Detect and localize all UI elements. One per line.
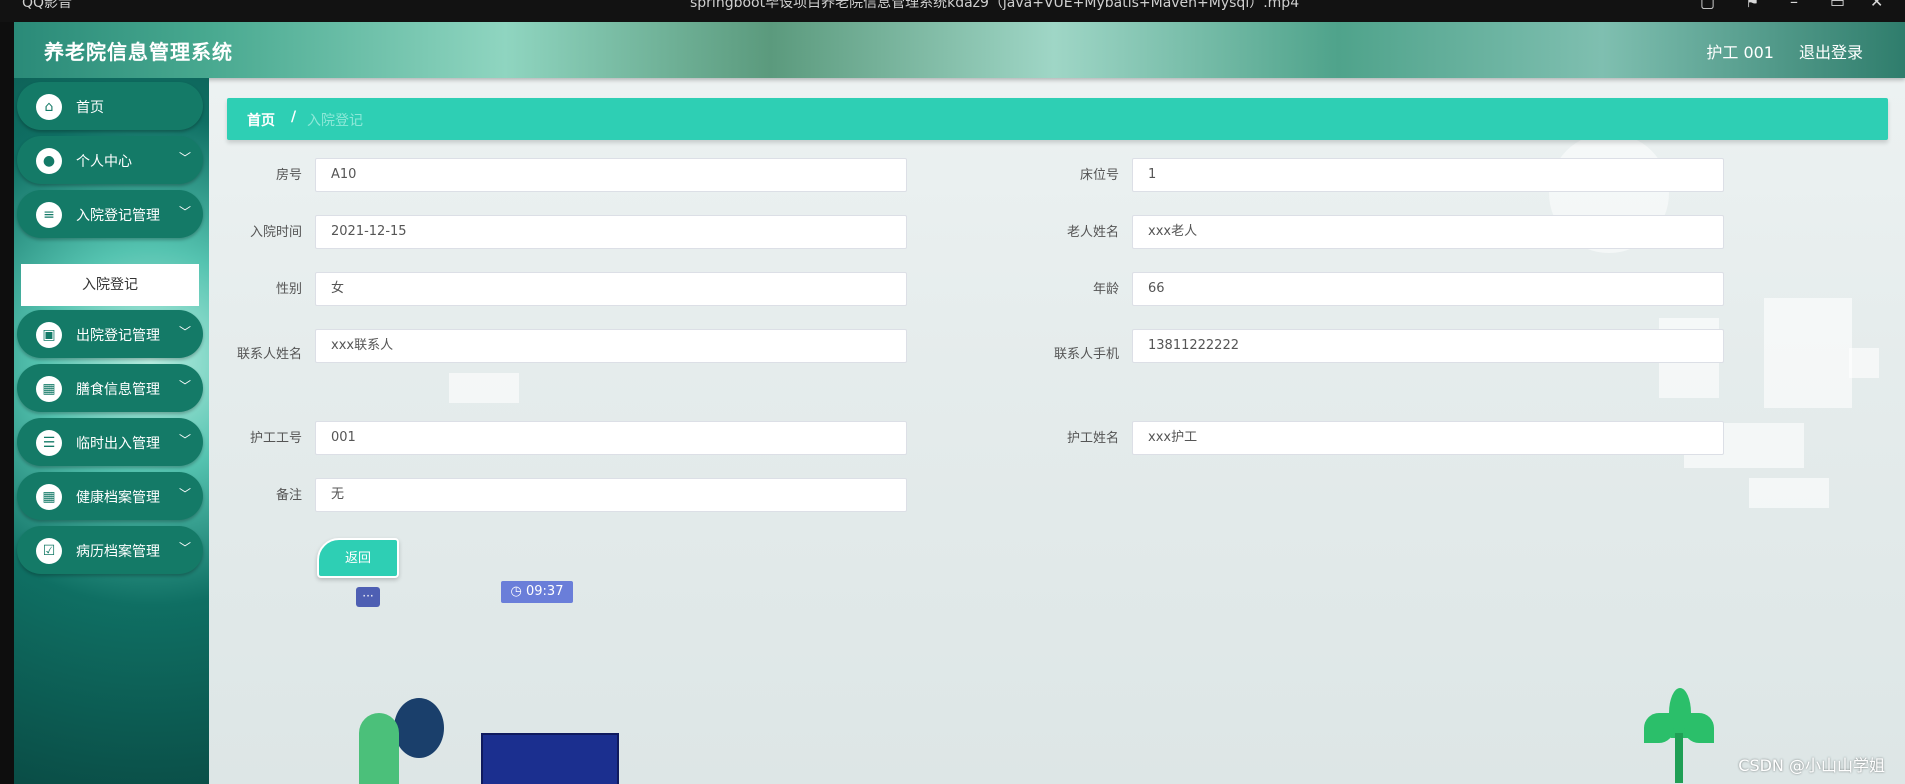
logout-link[interactable]: 退出登录 xyxy=(1799,39,1863,63)
checklist-icon: ☑ xyxy=(36,538,62,564)
chevron-down-icon: ﹀ xyxy=(178,433,191,447)
video-player-titlebar: QQ影音 springboot毕设项目养老院信息管理系统kdaz9（java+V… xyxy=(0,0,1905,22)
chat-bubble-icon: ··· xyxy=(356,587,380,607)
back-button[interactable]: 返回 xyxy=(317,538,399,578)
decor-block xyxy=(1764,298,1852,408)
bed-input[interactable]: 1 xyxy=(1132,158,1724,192)
decor-block xyxy=(1849,348,1879,378)
sidebar-item-health-records[interactable]: ▦ 健康档案管理 ﹀ xyxy=(17,472,203,520)
elder-name-input[interactable]: xxx老人 xyxy=(1132,215,1724,249)
list-icon: ☰ xyxy=(36,430,62,456)
breadcrumb-separator: / xyxy=(291,109,297,125)
sidebar-item-label: 首页 xyxy=(76,100,104,116)
sidebar-item-label: 临时出入管理 xyxy=(76,436,160,452)
chart-icon: ▣ xyxy=(36,322,62,348)
chair-illustration xyxy=(359,713,399,784)
sidebar: ⌂ 首页 ● 个人中心 ﹀ ≡ 入院登记管理 ﹀ 入院登记 ▣ 出院登记管理 ﹀… xyxy=(14,78,209,784)
minimize-icon[interactable]: – xyxy=(1790,0,1798,11)
sidebar-item-label: 个人中心 xyxy=(76,154,132,170)
submenu-item-admission-register[interactable]: 入院登记 xyxy=(21,264,199,306)
gender-label: 性别 xyxy=(275,282,302,297)
app-title: 养老院信息管理系统 xyxy=(44,40,233,64)
contact-phone-label: 联系人手机 xyxy=(1053,347,1119,362)
home-icon: ⌂ xyxy=(36,94,62,120)
breadcrumb-current: 入院登记 xyxy=(307,113,363,129)
room-label: 房号 xyxy=(275,168,302,183)
clock-time: 09:37 xyxy=(526,584,564,599)
sidebar-item-label: 入院登记管理 xyxy=(76,208,160,224)
admit-time-input[interactable]: 2021-12-15 xyxy=(315,215,907,249)
grid-icon: ▦ xyxy=(36,376,62,402)
sidebar-item-medical-records[interactable]: ☑ 病历档案管理 ﹀ xyxy=(17,526,203,574)
chevron-down-icon: ﹀ xyxy=(178,379,191,393)
chevron-down-icon: ﹀ xyxy=(178,205,191,219)
watermark: CSDN @小山山学姐 xyxy=(1738,756,1885,775)
age-label: 年龄 xyxy=(1092,282,1119,297)
chevron-down-icon: ﹀ xyxy=(178,487,191,501)
pin-icon[interactable]: ⚑ xyxy=(1745,0,1759,11)
player-name: QQ影音 xyxy=(22,0,73,11)
contact-name-input[interactable]: xxx联系人 xyxy=(315,329,907,363)
nurse-id-input[interactable]: 001 xyxy=(315,421,907,455)
gender-input[interactable]: 女 xyxy=(315,272,907,306)
close-icon[interactable]: ✕ xyxy=(1870,0,1883,11)
sidebar-item-personal-center[interactable]: ● 个人中心 ﹀ xyxy=(17,136,203,184)
decor-block xyxy=(449,373,519,403)
breadcrumb: 首页 / 入院登记 xyxy=(227,98,1888,140)
grid-icon: ▦ xyxy=(36,484,62,510)
maximize-icon[interactable]: ▭ xyxy=(1830,0,1845,11)
sidebar-item-label: 健康档案管理 xyxy=(76,490,160,506)
video-title: springboot毕设项目养老院信息管理系统kdaz9（java+VUE+My… xyxy=(690,0,1300,11)
breadcrumb-home[interactable]: 首页 xyxy=(247,110,275,130)
age-input[interactable]: 66 xyxy=(1132,272,1724,306)
elder-name-label: 老人姓名 xyxy=(1066,225,1119,240)
app-window: 养老院信息管理系统 护工 001 退出登录 ⌂ 首页 ● 个人中心 ﹀ ≡ 入院… xyxy=(14,22,1905,784)
contact-phone-input[interactable]: 13811222222 xyxy=(1132,329,1724,363)
top-header: 养老院信息管理系统 护工 001 退出登录 xyxy=(14,22,1905,78)
contact-name-label: 联系人姓名 xyxy=(236,347,302,362)
decor-block xyxy=(1749,478,1829,508)
admit-time-label: 入院时间 xyxy=(249,225,302,240)
sliders-icon: ≡ xyxy=(36,202,62,228)
sidebar-item-label: 出院登记管理 xyxy=(76,328,160,344)
room-input[interactable]: A10 xyxy=(315,158,907,192)
person-illustration xyxy=(394,698,444,758)
current-user: 护工 001 xyxy=(1706,43,1774,62)
nurse-name-input[interactable]: xxx护工 xyxy=(1132,421,1724,455)
sidebar-item-meals[interactable]: ▦ 膳食信息管理 ﹀ xyxy=(17,364,203,412)
window-icon[interactable]: ▢ xyxy=(1700,0,1715,11)
user-icon: ● xyxy=(36,148,62,174)
clock-badge: ◷ 09:37 xyxy=(501,581,573,603)
sidebar-item-admission[interactable]: ≡ 入院登记管理 ﹀ xyxy=(17,190,203,238)
bed-label: 床位号 xyxy=(1079,168,1119,183)
sidebar-item-home[interactable]: ⌂ 首页 xyxy=(17,82,203,130)
remark-label: 备注 xyxy=(275,488,302,503)
plant-illustration xyxy=(1639,688,1719,784)
clock-icon: ◷ xyxy=(510,584,526,599)
monitor-illustration xyxy=(481,733,619,784)
sidebar-item-temp-exit[interactable]: ☰ 临时出入管理 ﹀ xyxy=(17,418,203,466)
chevron-down-icon: ﹀ xyxy=(178,541,191,555)
sidebar-item-label: 膳食信息管理 xyxy=(76,382,160,398)
nurse-id-label: 护工工号 xyxy=(249,431,302,446)
sidebar-item-discharge[interactable]: ▣ 出院登记管理 ﹀ xyxy=(17,310,203,358)
remark-input[interactable]: 无 xyxy=(315,478,907,512)
chevron-down-icon: ﹀ xyxy=(178,325,191,339)
chevron-down-icon: ﹀ xyxy=(178,151,191,165)
main-content: 首页 / 入院登记 房号 A10 床位号 1 入院时间 2021-12-15 老… xyxy=(209,78,1905,784)
nurse-name-label: 护工姓名 xyxy=(1066,431,1119,446)
sidebar-item-label: 病历档案管理 xyxy=(76,544,160,560)
